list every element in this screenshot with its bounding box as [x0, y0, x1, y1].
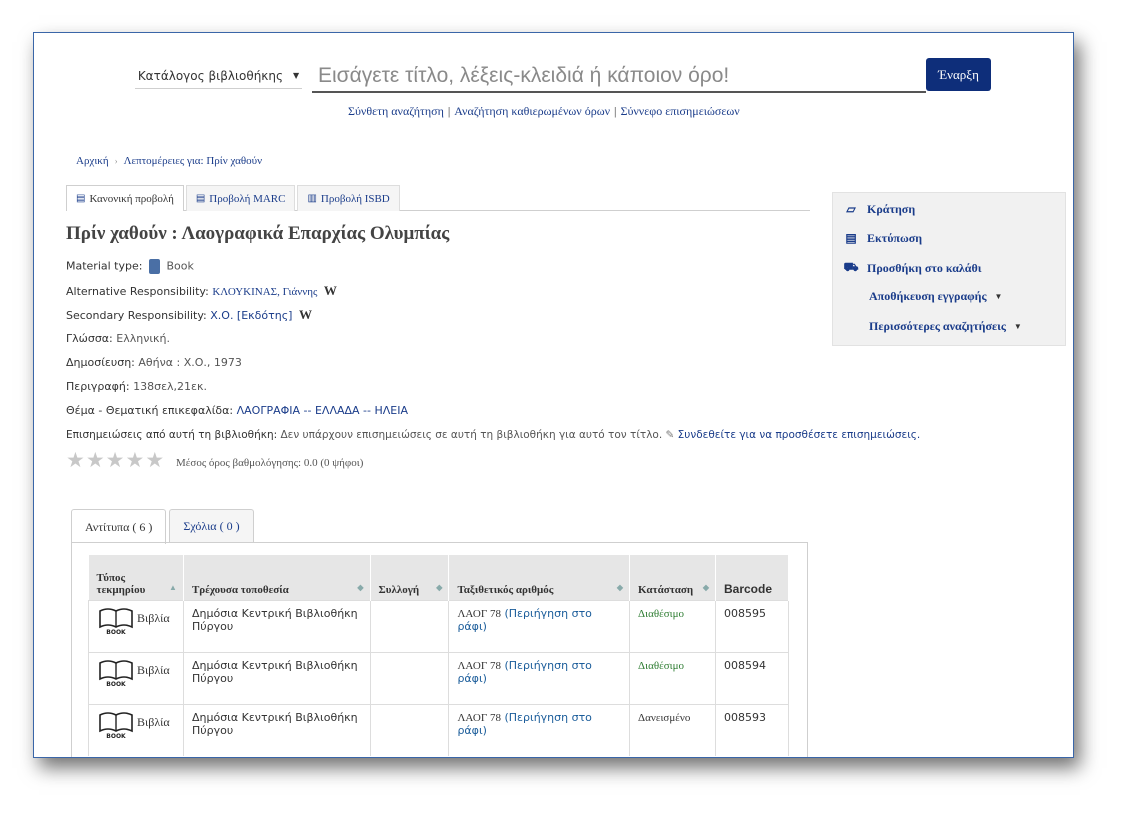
cell-status: Διαθέσιμο [629, 651, 716, 704]
tab-copies[interactable]: Αντίτυπα ( 6 ) [71, 509, 167, 544]
cell-status: Διαθέσιμο [629, 599, 716, 652]
secondary-responsibility: Secondary Responsibility: Χ.Ο. [Εκδότης]… [66, 307, 312, 322]
material-type: Material type: Book [66, 259, 194, 274]
breadcrumb: Αρχική › Λεπτομέρειες για: Πρίν χαθούν [76, 155, 262, 167]
browser-frame: Κατάλογος βιβλιοθήκης ▼ Έναρξη Σύνθετη α… [33, 32, 1074, 758]
actions-sidebar: ▱ Κράτηση ▤ Εκτύπωση ⛟ Προσθήκη στο καλά… [832, 192, 1066, 346]
breadcrumb-current[interactable]: Λεπτομέρειες για: Πρίν χαθούν [124, 155, 262, 167]
alternative-responsibility: Alternative Responsibility: ΚΛΟΥΚΙΝΑΣ, Γ… [66, 283, 337, 298]
list-icon: ▤ [195, 193, 206, 204]
catalog-select-label: Κατάλογος βιβλιοθήκης [137, 68, 284, 83]
view-tabs: ▤ Κανονική προβολή ▤ Προβολή MARC ▥ Προβ… [66, 185, 810, 211]
more-searches-action[interactable]: Περισσότερες αναζητήσεις ▼ [869, 319, 1022, 334]
col-status[interactable]: Κατάσταση ◆ [629, 555, 716, 600]
tab-isbd-view[interactable]: ▥ Προβολή ISBD [297, 185, 400, 211]
subject-link[interactable]: ΛΑΟΓΡΑΦΙΑ -- ΕΛΛΑΔΑ -- ΗΛΕΙΑ [237, 404, 408, 417]
cell-collection [369, 651, 450, 704]
document-icon: ▤ [76, 193, 86, 204]
hold-action[interactable]: ▱ Κράτηση [843, 202, 915, 217]
record-title: Πρίν χαθούν : Λαογραφικά Επαρχίας Ολυμπί… [66, 223, 450, 244]
authority-search-link[interactable]: Αναζήτηση καθιερωμένων όρων [454, 104, 610, 118]
star-icon[interactable]: ★ [66, 450, 85, 471]
tab-normal-view[interactable]: ▤ Κανονική προβολή [66, 185, 184, 211]
login-to-tag-link[interactable]: Συνδεθείτε για να προσθέσετε επισημειώσε… [678, 429, 921, 441]
holdings-table: Τύπος τεκμηρίου ▲ Τρέχουσα τοποθεσία ◆ Συλ… [88, 555, 790, 756]
advanced-search-link[interactable]: Σύνθετη αναζήτηση [348, 104, 444, 118]
hold-icon: ▱ [846, 202, 856, 216]
save-record-action[interactable]: Αποθήκευση εγγραφής ▼ [869, 289, 1002, 304]
cell-status: Δανεισμένο [629, 703, 716, 756]
cell-item-type: BOOK Βιβλία [88, 703, 184, 756]
caret-down-icon: ▼ [293, 71, 300, 80]
subject: Θέμα - Θεματική επικεφαλίδα: ΛΑΟΓΡΑΦΙΑ -… [66, 404, 409, 417]
sort-icon: ◆ [357, 582, 364, 592]
book-icon: BOOK [97, 607, 135, 636]
table-row: BOOK Βιβλία Δημόσια Κεντρική Βιβλιοθήκη Πύ… [88, 703, 790, 756]
cell-location: Δημόσια Κεντρική Βιβλιοθήκη Πύργου [182, 651, 371, 704]
tab-comments[interactable]: Σχόλια ( 0 ) [169, 509, 254, 543]
breadcrumb-home[interactable]: Αρχική [76, 155, 109, 167]
sort-icon: ◆ [702, 582, 709, 592]
tags: Επισημειώσεις από αυτή τη βιβλιοθήκη: Δε… [66, 429, 921, 441]
cell-location: Δημόσια Κεντρική Βιβλιοθήκη Πύργου [182, 703, 371, 756]
cell-collection [369, 599, 450, 652]
book-icon: BOOK [97, 711, 135, 740]
tag-cloud-link[interactable]: Σύννεφο επισημειώσεων [620, 104, 739, 118]
tab-marc-view[interactable]: ▤ Προβολή MARC [185, 185, 296, 211]
sort-icon: ◆ [436, 582, 443, 592]
book-icon: BOOK [97, 659, 135, 688]
tab-normal-view-label: Κανονική προβολή [89, 192, 174, 205]
tab-marc-view-label: Προβολή MARC [209, 192, 286, 205]
caret-down-icon: ▼ [994, 292, 1003, 301]
cell-call-number: ΛΑΟΓ 78 (Περιήγηση στο ράφι) [448, 599, 631, 652]
cell-collection [369, 703, 450, 756]
book-icon [148, 259, 160, 274]
description: Περιγραφή: 138σελ,21εκ. [66, 380, 207, 393]
cell-call-number: ΛΑΟΓ 78 (Περιήγηση στο ράφι) [448, 651, 631, 704]
search-sub-links: Σύνθετη αναζήτηση | Αναζήτηση καθιερωμένων… [348, 104, 740, 118]
catalog-select[interactable]: Κατάλογος βιβλιοθήκης ▼ [135, 63, 302, 89]
col-item-type[interactable]: Τύπος τεκμηρίου ▲ [88, 555, 184, 600]
table-row: BOOK Βιβλία Δημόσια Κεντρική Βιβλιοθήκη Πύ… [88, 599, 790, 652]
sort-icon: ◆ [616, 582, 624, 592]
star-icon[interactable]: ★ [145, 450, 164, 471]
search-input[interactable] [312, 60, 926, 93]
cell-item-type: BOOK Βιβλία [88, 599, 184, 652]
col-location[interactable]: Τρέχουσα τοποθεσία ◆ [183, 555, 371, 600]
wikipedia-icon[interactable]: W [299, 307, 312, 322]
cell-item-type: BOOK Βιβλία [88, 651, 184, 704]
rating-text: Μέσος όρος βαθμολόγησης: 0.0 (0 ψήφοι) [176, 457, 364, 469]
caret-down-icon: ▼ [1013, 322, 1022, 331]
tab-isbd-view-label: Προβολή ISBD [320, 192, 390, 205]
publication: Δημοσίευση: Αθήνα : Χ.Ο., 1973 [66, 356, 242, 369]
cell-barcode: 008593 [714, 703, 790, 756]
print-action[interactable]: ▤ Εκτύπωση [843, 231, 922, 246]
cell-call-number: ΛΑΟΓ 78 (Περιήγηση στο ράφι) [448, 703, 631, 756]
sec-responsibility-link[interactable]: Χ.Ο. [Εκδότης] [210, 309, 292, 322]
rating-stars[interactable]: ★ ★ ★ ★ ★ [66, 450, 164, 471]
col-barcode[interactable]: Barcode [715, 555, 790, 600]
cell-barcode: 008595 [714, 599, 790, 652]
cell-barcode: 008594 [714, 651, 790, 704]
table-row: BOOK Βιβλία Δημόσια Κεντρική Βιβλιοθήκη Πύ… [88, 651, 790, 704]
language: Γλώσσα: Ελληνική. [66, 332, 171, 345]
add-to-cart-action[interactable]: ⛟ Προσθήκη στο καλάθι [843, 260, 981, 276]
star-icon[interactable]: ★ [106, 450, 125, 471]
col-collection[interactable]: Συλλογή ◆ [370, 555, 450, 600]
wikipedia-icon[interactable]: W [324, 283, 337, 298]
star-icon[interactable]: ★ [125, 450, 144, 471]
holdings-tabs: Αντίτυπα ( 6 ) Σχόλια ( 0 ) [71, 509, 254, 544]
chevron-right-icon: › [114, 156, 118, 166]
alt-responsibility-link[interactable]: ΚΛΟΥΚΙΝΑΣ, Γιάννης [212, 286, 317, 298]
cell-location: Δημόσια Κεντρική Βιβλιοθήκη Πύργου [182, 599, 371, 652]
col-call-number[interactable]: Ταξιθετικός αριθμός ◆ [448, 555, 631, 600]
cart-icon: ⛟ [843, 260, 859, 274]
pencil-icon: ✎ [665, 429, 675, 441]
book-open-icon: ▥ [307, 193, 317, 204]
star-icon[interactable]: ★ [86, 450, 105, 471]
search-go-button[interactable]: Έναρξη [926, 58, 991, 91]
sort-asc-icon: ▲ [169, 582, 177, 592]
printer-icon: ▤ [845, 231, 857, 245]
